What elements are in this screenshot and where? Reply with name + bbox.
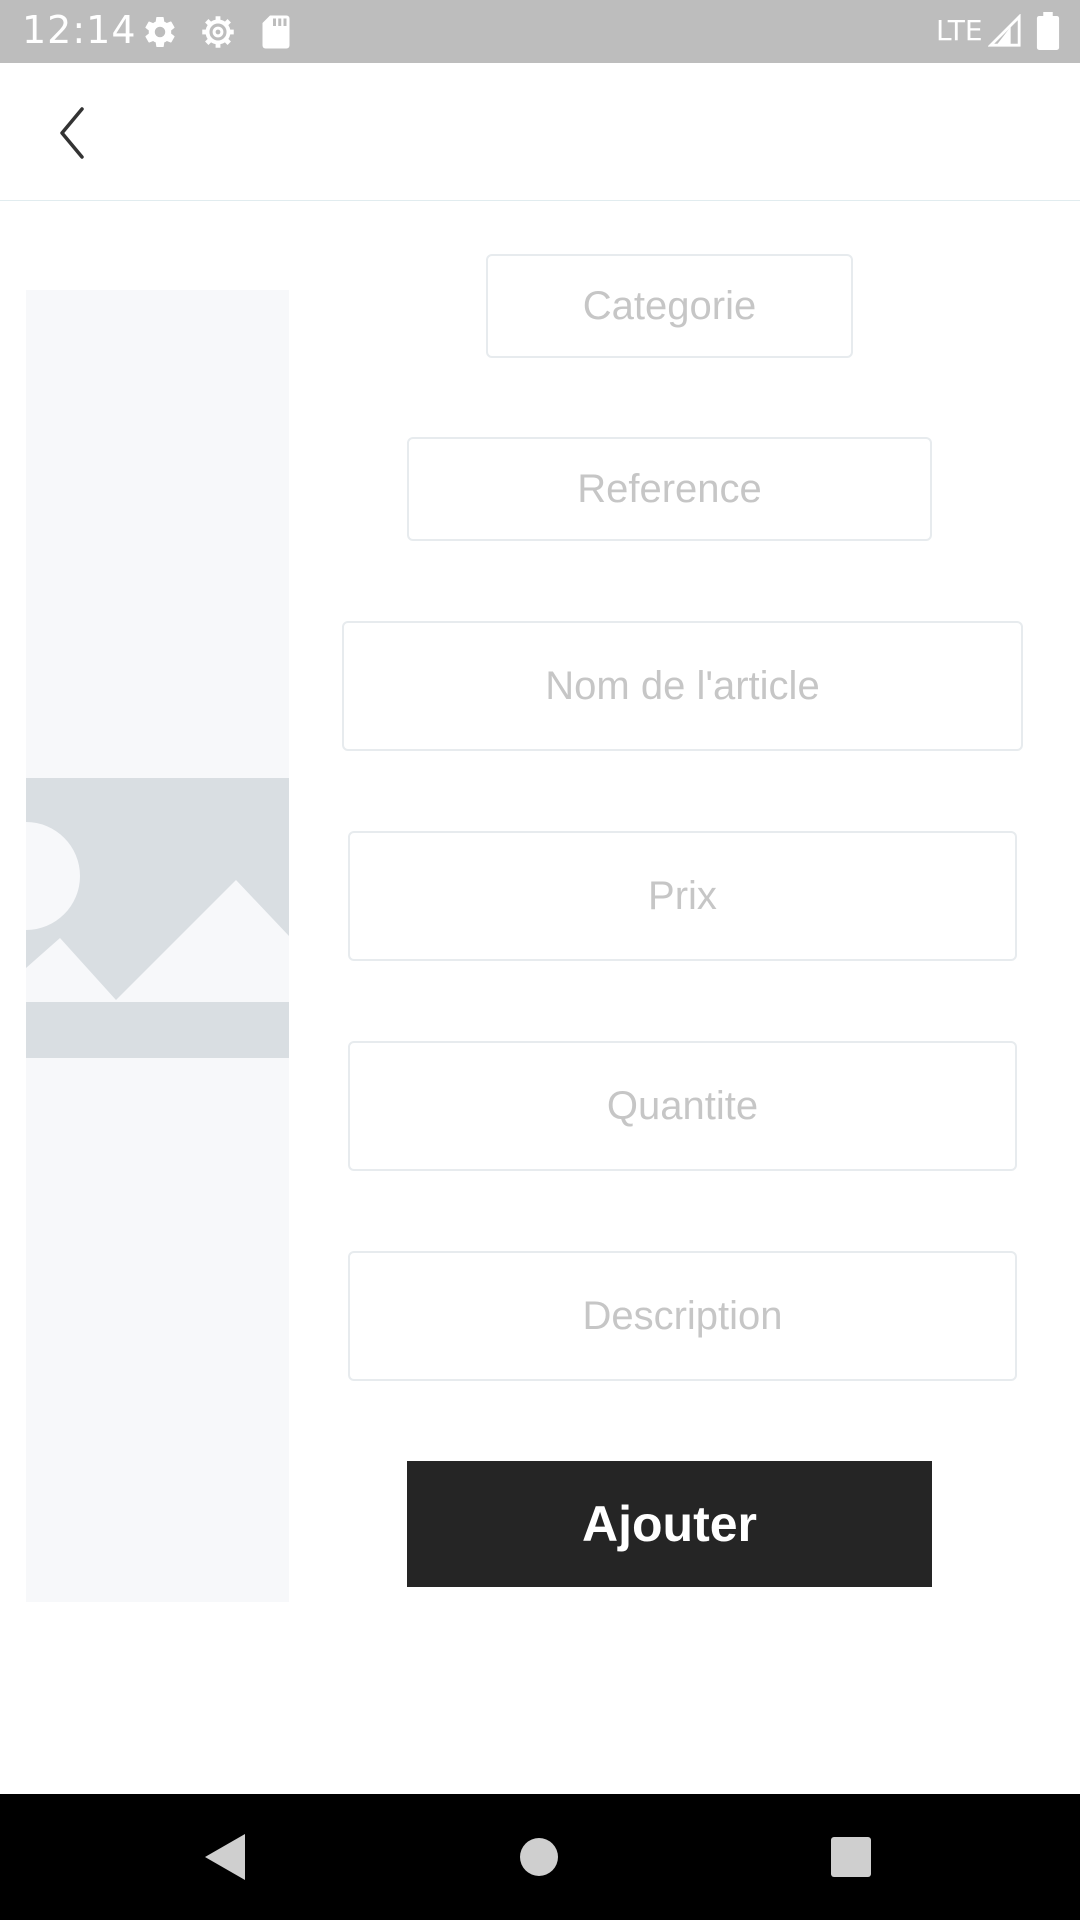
ajouter-button[interactable]: Ajouter	[407, 1461, 932, 1587]
sd-card-icon	[262, 15, 290, 49]
quantite-input[interactable]	[350, 1082, 1015, 1130]
prix-input[interactable]	[350, 872, 1015, 920]
reference-field[interactable]	[407, 437, 932, 541]
battery-icon	[1036, 12, 1060, 50]
article-image-placeholder[interactable]	[26, 290, 289, 1602]
signal-icon	[988, 14, 1021, 47]
settings-cog-icon	[202, 16, 234, 48]
categorie-field[interactable]	[486, 254, 853, 358]
navigation-bar	[0, 1794, 1080, 1920]
quantite-field[interactable]	[348, 1041, 1017, 1171]
prix-field[interactable]	[348, 831, 1017, 961]
image-placeholder-icon	[26, 778, 289, 1058]
app-bar	[0, 63, 1080, 201]
status-bar: 12:14 LTE	[0, 0, 1080, 63]
back-triangle-icon[interactable]	[203, 1832, 247, 1882]
recents-square-icon[interactable]	[830, 1836, 872, 1878]
reference-input[interactable]	[409, 465, 930, 513]
description-input[interactable]	[350, 1292, 1015, 1340]
nom-article-field[interactable]	[342, 621, 1023, 751]
description-field[interactable]	[348, 1251, 1017, 1381]
nom-article-input[interactable]	[344, 662, 1021, 710]
network-type: LTE	[936, 14, 983, 47]
status-time: 12:14	[22, 8, 137, 52]
home-circle-icon[interactable]	[518, 1836, 560, 1878]
gear-icon	[145, 17, 175, 48]
categorie-input[interactable]	[488, 282, 851, 330]
chevron-left-icon[interactable]	[40, 103, 110, 163]
